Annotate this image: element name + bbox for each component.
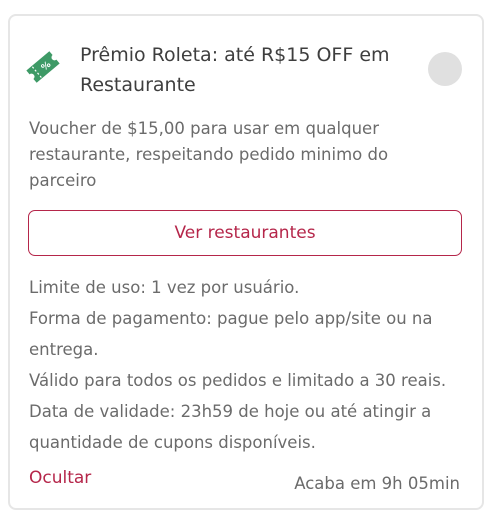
hide-coupon-link[interactable]: Ocultar [29,468,91,488]
rule-expiration-date: Data de validade: 23h59 de hoje ou até a… [29,402,432,452]
ticket-percent-icon: % [26,51,60,83]
select-coupon-radio[interactable] [428,52,462,86]
coupon-header: % Prêmio Roleta: até R$15 OFF em Restaur… [24,40,464,100]
coupon-rules: Limite de uso: 1 vez por usuário. Forma … [29,272,469,458]
coupon-card: % Prêmio Roleta: até R$15 OFF em Restaur… [8,14,484,510]
expires-countdown: Acaba em 9h 05min [294,474,460,493]
rule-usage-limit: Limite de uso: 1 vez por usuário. [29,278,300,297]
see-restaurants-button[interactable]: Ver restaurantes [28,210,462,256]
rule-payment-method: Forma de pagamento: pague pelo app/site … [29,309,433,359]
rule-validity-scope: Válido para todos os pedidos e limitado … [29,371,447,390]
coupon-description: Voucher de $15,00 para usar em qualquer … [29,119,389,190]
coupon-title: Prêmio Roleta: até R$15 OFF em Restauran… [80,44,390,96]
